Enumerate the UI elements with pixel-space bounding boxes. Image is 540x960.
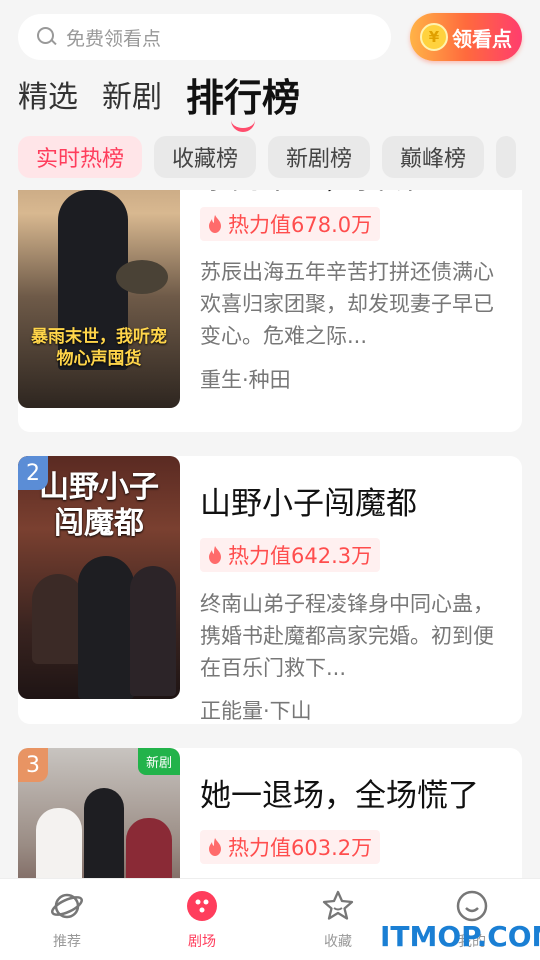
tab-new-drama[interactable]: 新剧 xyxy=(102,70,162,126)
tab-ranking[interactable]: 排行榜 xyxy=(186,70,301,132)
planet-icon xyxy=(51,893,83,919)
search-bar[interactable]: 免费领看点 xyxy=(18,14,391,60)
chip-favorites[interactable]: 收藏榜 xyxy=(154,136,257,178)
heat-value: 热力值678.0万 xyxy=(228,213,373,237)
theater-icon xyxy=(187,891,217,921)
drama-title[interactable]: 山野小子闯魔都 xyxy=(200,478,510,523)
rank-badge: 3 xyxy=(18,748,48,782)
poster-figure-right xyxy=(130,566,176,696)
reward-button-label: 领看点 xyxy=(452,26,512,51)
new-drama-badge: 新剧 xyxy=(137,748,180,775)
drama-card[interactable]: 山野小子闯魔都 2 山野小子闯魔都 热力值642.3万 终南山弟子程凌锋身中同心… xyxy=(18,456,522,724)
heat-badge: 热力值603.2万 xyxy=(200,830,381,864)
nav-theater[interactable]: 剧场 xyxy=(162,889,242,951)
chip-realtime-hot[interactable]: 实时热榜 xyxy=(18,136,143,178)
flame-icon xyxy=(209,215,221,233)
search-placeholder: 免费领看点 xyxy=(66,27,162,50)
top-tabs: 精选 新剧 排行榜 xyxy=(18,70,324,132)
nav-recommend-label: 推荐 xyxy=(53,934,81,950)
reward-button[interactable]: ¥ 领看点 xyxy=(410,13,522,61)
star-icon xyxy=(322,890,354,920)
drama-tags: 正能量·下山 xyxy=(200,699,312,723)
heat-badge: 热力值678.0万 xyxy=(200,207,381,241)
coin-icon: ¥ xyxy=(420,23,448,51)
drama-title[interactable]: 她一退场，全场慌了 xyxy=(200,770,510,815)
drama-description: 终南山弟子程凌锋身中同心蛊，携婚书赴魔都高家完婚。初到便在百乐门救下... xyxy=(200,592,494,680)
nav-favorites[interactable]: 收藏 xyxy=(298,889,378,951)
nav-recommend[interactable]: 推荐 xyxy=(27,889,107,951)
poster-turtle xyxy=(116,260,168,294)
poster-figure-center xyxy=(78,556,134,699)
heat-value: 热力值603.2万 xyxy=(228,836,373,860)
flame-icon xyxy=(209,546,221,564)
poster-title: 暴雨末世，我听宠物心声囤货 xyxy=(31,327,167,369)
poster-figure-left xyxy=(32,574,84,664)
drama-description: 苏辰出海五年辛苦打拼还债满心欢喜归家团聚，却发现妻子早已变心。危难之际... xyxy=(200,260,494,348)
top-header: 免费领看点 ¥ 领看点 精选 新剧 排行榜 实时热榜 收藏榜 新剧榜 巅峰榜 xyxy=(0,0,540,190)
site-watermark: ITMOP.COM xyxy=(380,920,540,953)
search-icon xyxy=(36,26,58,48)
tab-ranking-label: 排行榜 xyxy=(186,76,301,120)
heat-value: 热力值642.3万 xyxy=(228,544,373,568)
drama-card[interactable]: 暴雨末世，我听宠物心声囤货 1 暴雨末世，我听宠... 热力值678.0万 苏辰… xyxy=(18,130,522,432)
nav-theater-label: 剧场 xyxy=(188,934,216,950)
chip-peak[interactable]: 巅峰榜 xyxy=(382,136,485,178)
drama-tags: 重生·种田 xyxy=(200,368,291,392)
rank-badge: 2 xyxy=(18,456,48,490)
active-tab-indicator xyxy=(231,120,255,132)
chip-more-partial[interactable] xyxy=(496,136,517,178)
drama-poster[interactable]: 山野小子闯魔都 2 xyxy=(18,456,180,699)
tab-featured[interactable]: 精选 xyxy=(18,70,78,126)
smile-icon xyxy=(456,890,488,922)
chip-new[interactable]: 新剧榜 xyxy=(268,136,371,178)
rank-chips: 实时热榜 收藏榜 新剧榜 巅峰榜 xyxy=(18,136,528,178)
heat-badge: 热力值642.3万 xyxy=(200,538,381,572)
flame-icon xyxy=(209,838,221,856)
nav-favorites-label: 收藏 xyxy=(324,934,352,950)
